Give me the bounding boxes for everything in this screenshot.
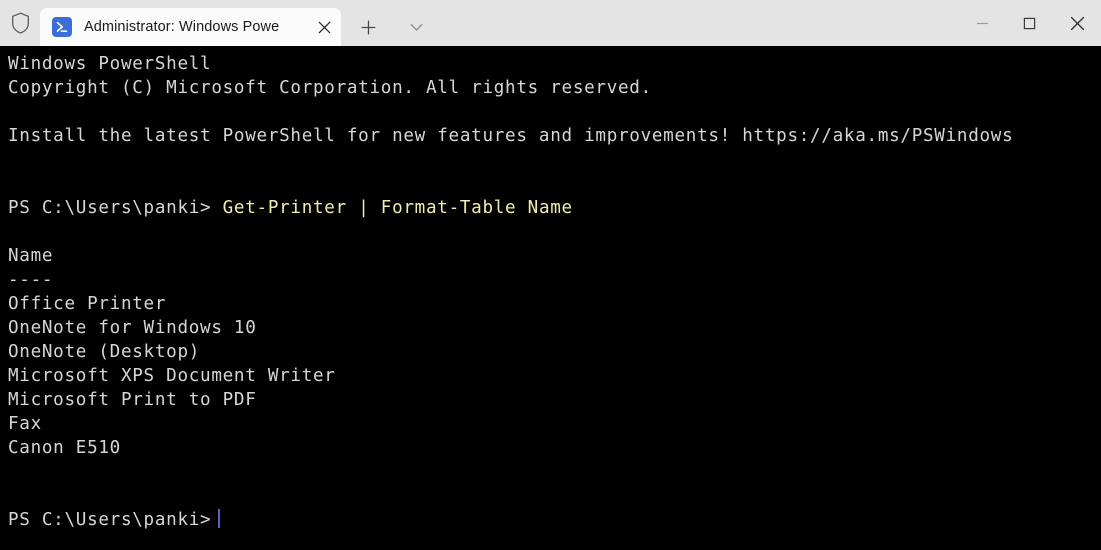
terminal-line: OneNote (Desktop) (8, 340, 1101, 364)
terminal-line-text: Install the latest PowerShell for new fe… (8, 126, 1014, 146)
tab-dropdown-button[interactable] (399, 8, 433, 46)
terminal-line-text: PS C:\Users\panki> (8, 510, 212, 530)
terminal-line: Canon E510 (8, 436, 1101, 460)
terminal-line: Fax (8, 412, 1101, 436)
minimize-icon (977, 22, 988, 24)
terminal-line-text: Microsoft XPS Document Writer (8, 366, 336, 386)
terminal-line: Name (8, 244, 1101, 268)
terminal-line: Copyright (C) Microsoft Corporation. All… (8, 76, 1101, 100)
maximize-button[interactable] (1006, 0, 1053, 46)
terminal-line-text (8, 102, 19, 122)
terminal-line (8, 484, 1101, 508)
minimize-button[interactable] (959, 0, 1006, 46)
terminal-line: Microsoft XPS Document Writer (8, 364, 1101, 388)
terminal-line-text (8, 150, 19, 170)
terminal-line: OneNote for Windows 10 (8, 316, 1101, 340)
terminal-line (8, 460, 1101, 484)
terminal-line: PS C:\Users\panki> Get-Printer | Format-… (8, 196, 1101, 220)
window-controls (959, 0, 1101, 46)
chevron-down-icon (410, 23, 422, 31)
terminal-line: Microsoft Print to PDF (8, 388, 1101, 412)
plus-icon (361, 20, 375, 34)
terminal-line: ---- (8, 268, 1101, 292)
terminal-line-text: Canon E510 (8, 438, 121, 458)
terminal-window: Administrator: Windows Powe Windows Powe… (0, 0, 1101, 550)
terminal-line-text: Windows PowerShell (8, 54, 212, 74)
terminal-line-text: Microsoft Print to PDF (8, 390, 257, 410)
terminal-line-text (8, 222, 19, 242)
new-tab-button[interactable] (351, 8, 385, 46)
powershell-icon (52, 17, 72, 37)
titlebar-drag-region (433, 8, 959, 46)
tab-close-icon[interactable] (307, 8, 341, 46)
terminal-line (8, 220, 1101, 244)
terminal-line: Windows PowerShell (8, 52, 1101, 76)
terminal-line-text: ---- (8, 270, 54, 290)
close-window-button[interactable] (1053, 0, 1101, 46)
shield-icon (0, 0, 40, 46)
close-icon (1070, 16, 1084, 30)
terminal-line-text: Office Printer (8, 294, 167, 314)
terminal-line-text: Fax (8, 414, 42, 434)
terminal-line-text: Copyright (C) Microsoft Corporation. All… (8, 78, 652, 98)
terminal-line-text (8, 486, 19, 506)
terminal-line-text: PS C:\Users\panki> (8, 198, 223, 218)
terminal-line (8, 148, 1101, 172)
terminal-text-buffer: Windows PowerShell Copyright (C) Microsof… (8, 52, 1101, 550)
terminal-line-text: OneNote (Desktop) (8, 342, 201, 362)
terminal-line: Install the latest PowerShell for new fe… (8, 124, 1101, 148)
terminal-line-text (8, 174, 19, 194)
terminal-line: PS C:\Users\panki> (8, 508, 1101, 532)
text-cursor (218, 509, 221, 528)
terminal-line-text: Name (8, 246, 54, 266)
title-bar: Administrator: Windows Powe (0, 0, 1101, 46)
maximize-icon (1023, 17, 1036, 29)
terminal-line-text (8, 462, 19, 482)
tab-administrator-windows-powershell[interactable]: Administrator: Windows Powe (40, 8, 341, 46)
terminal-output-area[interactable]: Windows PowerShell Copyright (C) Microsof… (0, 46, 1101, 550)
terminal-line (8, 172, 1101, 196)
tab-title: Administrator: Windows Powe (84, 19, 280, 35)
terminal-command-text: Get-Printer | Format-Table Name (222, 198, 573, 218)
terminal-line: Office Printer (8, 292, 1101, 316)
terminal-line (8, 100, 1101, 124)
terminal-line-text: OneNote for Windows 10 (8, 318, 257, 338)
